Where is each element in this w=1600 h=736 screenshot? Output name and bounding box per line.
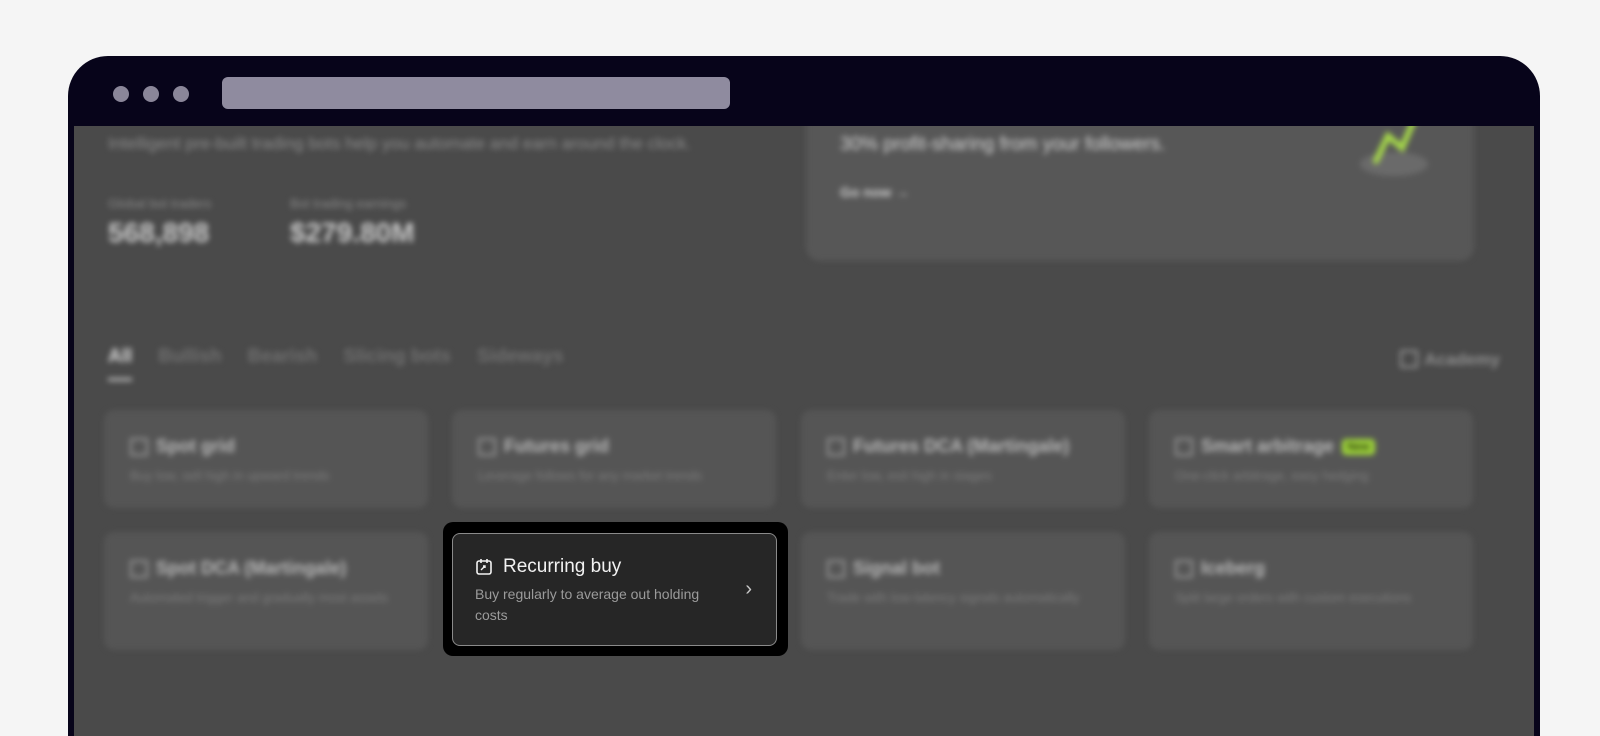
- stat-bot-traders: Global bot traders 568,898: [108, 196, 211, 249]
- new-badge: New: [1342, 438, 1375, 455]
- calendar-icon: [476, 559, 492, 575]
- promo-banner[interactable]: 30% profit-sharing from your followers. …: [806, 126, 1474, 261]
- card-title: Spot DCA (Martingale): [156, 558, 347, 578]
- bot-card-signal-bot[interactable]: Signal bot Trade with low-latency signal…: [801, 532, 1125, 650]
- tab-all[interactable]: All: [108, 346, 133, 381]
- academy-link[interactable]: Academy: [1400, 350, 1500, 370]
- bot-card-iceberg[interactable]: Iceberg Split large orders with custom e…: [1149, 532, 1473, 650]
- tab-sideways[interactable]: Sideways: [477, 346, 564, 381]
- dca-icon: [827, 437, 845, 456]
- card-title: Signal bot: [853, 558, 940, 578]
- card-desc: Automated trigger and gradually most ass…: [130, 590, 388, 605]
- card-desc: Buy low, sell high in upward trends: [130, 468, 330, 483]
- chevron-right-icon: ›: [745, 578, 752, 600]
- chart-illustration-icon: [1360, 126, 1428, 176]
- card-title: Spot grid: [156, 436, 235, 456]
- minimize-dot[interactable]: [143, 86, 159, 102]
- bot-card-spot-grid[interactable]: Spot grid Buy low, sell high in upward t…: [104, 410, 428, 508]
- card-desc: Split large orders with custom execution…: [1175, 590, 1412, 605]
- tab-bullish[interactable]: Bullish: [158, 346, 221, 381]
- stat-label: Global bot traders: [108, 196, 212, 211]
- tab-bearish[interactable]: Bearish: [248, 346, 318, 381]
- blurred-background: Intelligent pre-built trading bots help …: [74, 126, 1534, 736]
- arbitrage-icon: [1175, 437, 1193, 456]
- stat-value: $279.80M: [290, 217, 415, 248]
- window-controls: [113, 86, 189, 102]
- bot-card-futures-dca[interactable]: Futures DCA (Martingale) Enter low, exit…: [801, 410, 1125, 508]
- futures-grid-icon: [478, 437, 496, 456]
- stat-value: 568,898: [108, 217, 210, 248]
- card-title: Futures grid: [504, 436, 610, 456]
- card-title: Futures DCA (Martingale): [853, 436, 1070, 456]
- grid-icon: [130, 437, 148, 456]
- card-title: Smart arbitrage: [1201, 436, 1335, 456]
- browser-window: Intelligent pre-built trading bots help …: [68, 56, 1540, 736]
- card-desc: Buy regularly to average out holding cos…: [475, 586, 700, 623]
- bot-card-smart-arbitrage[interactable]: Smart arbitrage New One-click arbitrage, …: [1149, 410, 1473, 508]
- address-bar[interactable]: [222, 77, 730, 109]
- signal-icon: [827, 559, 845, 578]
- iceberg-icon: [1175, 559, 1193, 578]
- card-title: Recurring buy: [503, 556, 622, 577]
- card-desc: Leverage follows for any market trends: [478, 468, 702, 483]
- promo-text: 30% profit-sharing from your followers.: [840, 134, 1166, 155]
- card-desc: One-click arbitrage, easy hedging: [1175, 468, 1369, 483]
- card-desc: Trade with low-latency signals automatic…: [827, 590, 1080, 605]
- spot-dca-icon: [130, 559, 148, 578]
- academy-label: Academy: [1424, 350, 1500, 369]
- bot-card-futures-grid[interactable]: Futures grid Leverage follows for any ma…: [452, 410, 776, 508]
- promo-link[interactable]: Go now →: [840, 184, 909, 200]
- card-desc: Enter low, exit high in stages: [827, 468, 992, 483]
- stat-bot-earnings: Bot trading earnings $279.80M: [290, 196, 415, 249]
- hero-subtitle: Intelligent pre-built trading bots help …: [108, 134, 692, 153]
- page-viewport: Intelligent pre-built trading bots help …: [74, 126, 1534, 736]
- maximize-dot[interactable]: [173, 86, 189, 102]
- bot-tabs: All Bullish Bearish Slicing bots Sideway…: [108, 346, 564, 381]
- card-title: Iceberg: [1201, 558, 1266, 578]
- bot-card-spot-dca[interactable]: Spot DCA (Martingale) Automated trigger …: [104, 532, 428, 650]
- book-icon: [1400, 350, 1419, 368]
- close-dot[interactable]: [113, 86, 129, 102]
- bot-card-recurring-buy[interactable]: Recurring buy Buy regularly to average o…: [452, 533, 777, 646]
- tab-slicing-bots[interactable]: Slicing bots: [343, 346, 451, 381]
- stat-label: Bot trading earnings: [290, 196, 407, 211]
